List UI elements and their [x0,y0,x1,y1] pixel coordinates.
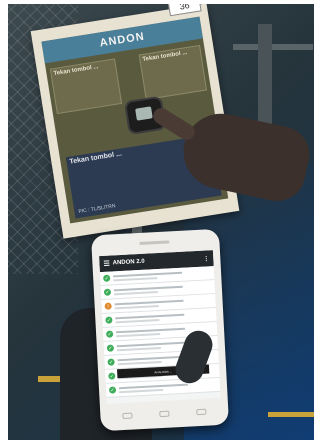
list-item-text [115,312,213,323]
board-number-tag: 36 [167,4,202,17]
device-display [135,106,153,121]
status-ok-icon: ✓ [105,316,113,324]
instruction-panel-right: Tekan tombol ... [138,44,208,101]
status-ok-icon: ✓ [106,344,115,352]
status-ok-icon: ✓ [103,288,112,296]
pic-label: PIC : TL/SL/TRN [78,203,116,215]
floor-tape-marking [268,412,314,417]
status-warn-icon: ! [104,302,112,310]
panel-heading: Tekan tombol ... [142,50,188,64]
list-item-text [113,270,211,281]
photo-scene: 36 ANDON Tekan tombol ... Tekan tombol .… [8,4,314,440]
status-ok-icon: ✓ [108,386,117,394]
recent-apps-key-icon[interactable] [196,408,207,416]
status-ok-icon: ✓ [105,330,114,338]
phone-speaker [139,240,170,245]
machine-rail [233,44,313,50]
list-item-text [113,284,212,295]
menu-icon[interactable]: ☰ [103,260,110,268]
smartphone: ☰ ANDON 2.0 ⋮ ✓ ✓! ✓ ✓ ✓ ✓ ✓ ✓ Anda telah ... [90,228,230,432]
instruction-panel-left: Tekan tombol ... [49,58,123,115]
app-title: ANDON 2.0 [112,258,145,267]
back-key-icon[interactable] [122,412,133,420]
list-item-text [118,382,217,393]
home-key-icon[interactable] [159,410,170,418]
status-ok-icon: ✓ [107,358,115,366]
more-options-icon[interactable]: ⋮ [203,255,209,262]
navigation-keys [122,408,207,420]
status-ok-icon: ✓ [103,274,111,282]
phone-screen: ☰ ANDON 2.0 ⋮ ✓ ✓! ✓ ✓ ✓ ✓ ✓ ✓ Anda telah ... [99,250,221,404]
list-item-text [114,298,213,309]
panel-heading: Tekan tombol ... [53,64,99,78]
status-ok-icon: ✓ [108,372,116,380]
